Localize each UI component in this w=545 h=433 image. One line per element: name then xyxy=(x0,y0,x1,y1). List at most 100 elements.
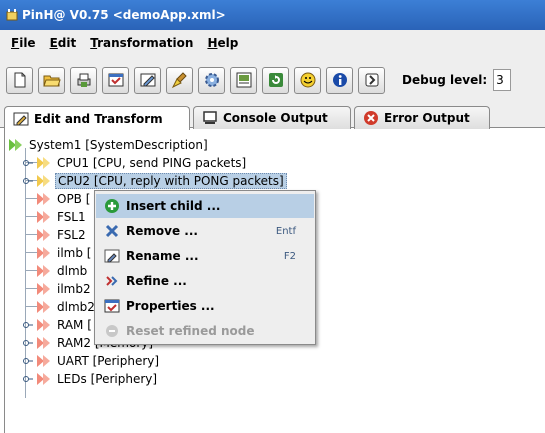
error-icon xyxy=(364,111,378,125)
tree-node[interactable]: LEDs [Periphery] xyxy=(23,370,159,387)
menu-item-properties[interactable]: Properties ... xyxy=(96,294,314,318)
expand-handle-icon[interactable] xyxy=(23,159,33,167)
tree-node-label: LEDs [Periphery] xyxy=(57,371,158,386)
tree-line xyxy=(25,252,37,253)
expand-handle-icon[interactable] xyxy=(23,339,33,347)
info-button[interactable] xyxy=(326,66,353,94)
menu-item-label: Insert child ... xyxy=(126,199,221,213)
open-folder-icon xyxy=(42,75,61,87)
tree-node-label: CPU1 [CPU, send PING packets] xyxy=(57,155,247,170)
tree-node-label: FSL2 xyxy=(57,227,86,242)
context-menu: Insert child ... Remove ... Entf Rename … xyxy=(94,190,316,345)
menu-transformation[interactable]: Transformation xyxy=(90,36,193,50)
node-icon xyxy=(37,318,50,331)
print-button[interactable] xyxy=(70,66,97,94)
expand-handle-icon[interactable] xyxy=(23,321,33,329)
menu-item-refine[interactable]: Refine ... xyxy=(96,269,314,293)
tree-node[interactable]: ilmb [ xyxy=(37,244,93,261)
tree-node-label: ilmb [ xyxy=(57,245,92,260)
open-button[interactable] xyxy=(38,66,65,94)
menu-help[interactable]: Help xyxy=(207,36,238,50)
new-file-button[interactable] xyxy=(6,66,33,94)
tree-node-label: RAM [ xyxy=(57,317,92,332)
debug-level-spinner[interactable]: 3 xyxy=(493,69,512,91)
node-icon xyxy=(37,282,50,295)
tab-strip: Edit and Transform Console Output Error … xyxy=(0,104,545,130)
info-icon xyxy=(332,73,347,87)
tree-node[interactable]: ilmb2 xyxy=(37,280,93,297)
node-icon xyxy=(37,264,50,277)
menu-item-remove[interactable]: Remove ... Entf xyxy=(96,219,314,243)
node-icon xyxy=(37,192,50,205)
refresh-button[interactable] xyxy=(262,66,289,94)
expand-handle-icon[interactable] xyxy=(23,357,33,365)
reset-icon xyxy=(106,325,118,337)
expand-handle-icon[interactable] xyxy=(23,177,33,185)
node-icon xyxy=(37,354,50,367)
tab-console-output[interactable]: Console Output xyxy=(193,106,351,129)
tree-node[interactable]: OPB [ xyxy=(37,190,92,207)
window-title: PinH@ V0.75 <demoApp.xml> xyxy=(22,8,226,22)
view-button[interactable] xyxy=(230,66,257,94)
tree-node-label: UART [Periphery] xyxy=(57,353,160,368)
tab-error-output[interactable]: Error Output xyxy=(354,106,490,129)
tab-label: Console Output xyxy=(223,111,328,125)
menu-item-reset-refined-node: Reset refined node xyxy=(96,319,314,343)
tree-node[interactable]: UART [Periphery] xyxy=(23,352,161,369)
menu-edit[interactable]: Edit xyxy=(50,36,77,50)
tree-line xyxy=(25,306,37,307)
tree-node[interactable]: dlmb xyxy=(37,262,89,279)
refresh-icon xyxy=(268,73,283,87)
node-icon xyxy=(37,336,50,349)
properties-button[interactable] xyxy=(102,66,129,94)
node-icon xyxy=(37,228,50,241)
tree-node[interactable]: FSL2 xyxy=(37,226,88,243)
rename-icon xyxy=(104,249,120,263)
tree-node-label: ilmb2 xyxy=(57,281,91,296)
menu-item-rename[interactable]: Rename ... F2 xyxy=(96,244,314,268)
tree-line xyxy=(25,216,37,217)
tab-label: Edit and Transform xyxy=(34,111,163,126)
menu-item-label: Rename ... xyxy=(126,249,199,263)
tree-line xyxy=(25,234,37,235)
tree-node[interactable]: dlmb2 xyxy=(37,298,97,315)
menu-item-label: Reset refined node xyxy=(126,324,255,338)
expand-handle-icon[interactable] xyxy=(23,375,33,383)
menu-item-label: Properties ... xyxy=(126,299,215,313)
tree-node[interactable]: CPU1 [CPU, send PING packets] xyxy=(23,154,248,171)
node-icon xyxy=(37,372,50,385)
node-icon xyxy=(37,156,50,169)
tree-node-label: dlmb xyxy=(57,263,88,278)
tree-node[interactable]: FSL1 xyxy=(37,208,88,225)
add-icon xyxy=(105,199,119,213)
menu-item-label: Refine ... xyxy=(126,274,187,288)
edit-button[interactable] xyxy=(134,66,161,94)
menu-item-shortcut: Entf xyxy=(275,225,296,237)
title-bar[interactable]: PinH@ V0.75 <demoApp.xml> xyxy=(0,0,545,30)
tree-line xyxy=(25,288,37,289)
monitor-icon xyxy=(203,111,217,124)
node-icon xyxy=(37,246,50,259)
settings-button[interactable] xyxy=(198,66,225,94)
debug-level-label: Debug level: xyxy=(402,73,488,87)
settings-icon xyxy=(204,73,219,87)
smiley-button[interactable] xyxy=(294,66,321,94)
tree-root[interactable]: System1 [SystemDescription] xyxy=(9,136,210,153)
edit-icon xyxy=(140,73,155,87)
tree-node-selected[interactable]: CPU2 [CPU, reply with PONG packets] xyxy=(23,172,287,189)
clean-button[interactable] xyxy=(166,66,193,94)
exit-icon xyxy=(365,73,378,87)
exit-button[interactable] xyxy=(358,66,385,94)
tab-edit-and-transform[interactable]: Edit and Transform xyxy=(4,106,190,130)
tree-node[interactable]: RAM [ xyxy=(23,316,94,333)
tree-line xyxy=(25,198,37,199)
tab-label: Error Output xyxy=(384,111,470,125)
app-icon xyxy=(6,9,18,21)
menu-item-insert-child[interactable]: Insert child ... xyxy=(96,194,314,218)
print-icon xyxy=(77,73,90,87)
menu-item-label: Remove ... xyxy=(126,224,198,238)
new-file-icon xyxy=(14,72,25,88)
edit-tab-icon xyxy=(13,112,29,125)
menu-file[interactable]: File xyxy=(11,36,36,50)
clean-icon xyxy=(171,72,187,89)
